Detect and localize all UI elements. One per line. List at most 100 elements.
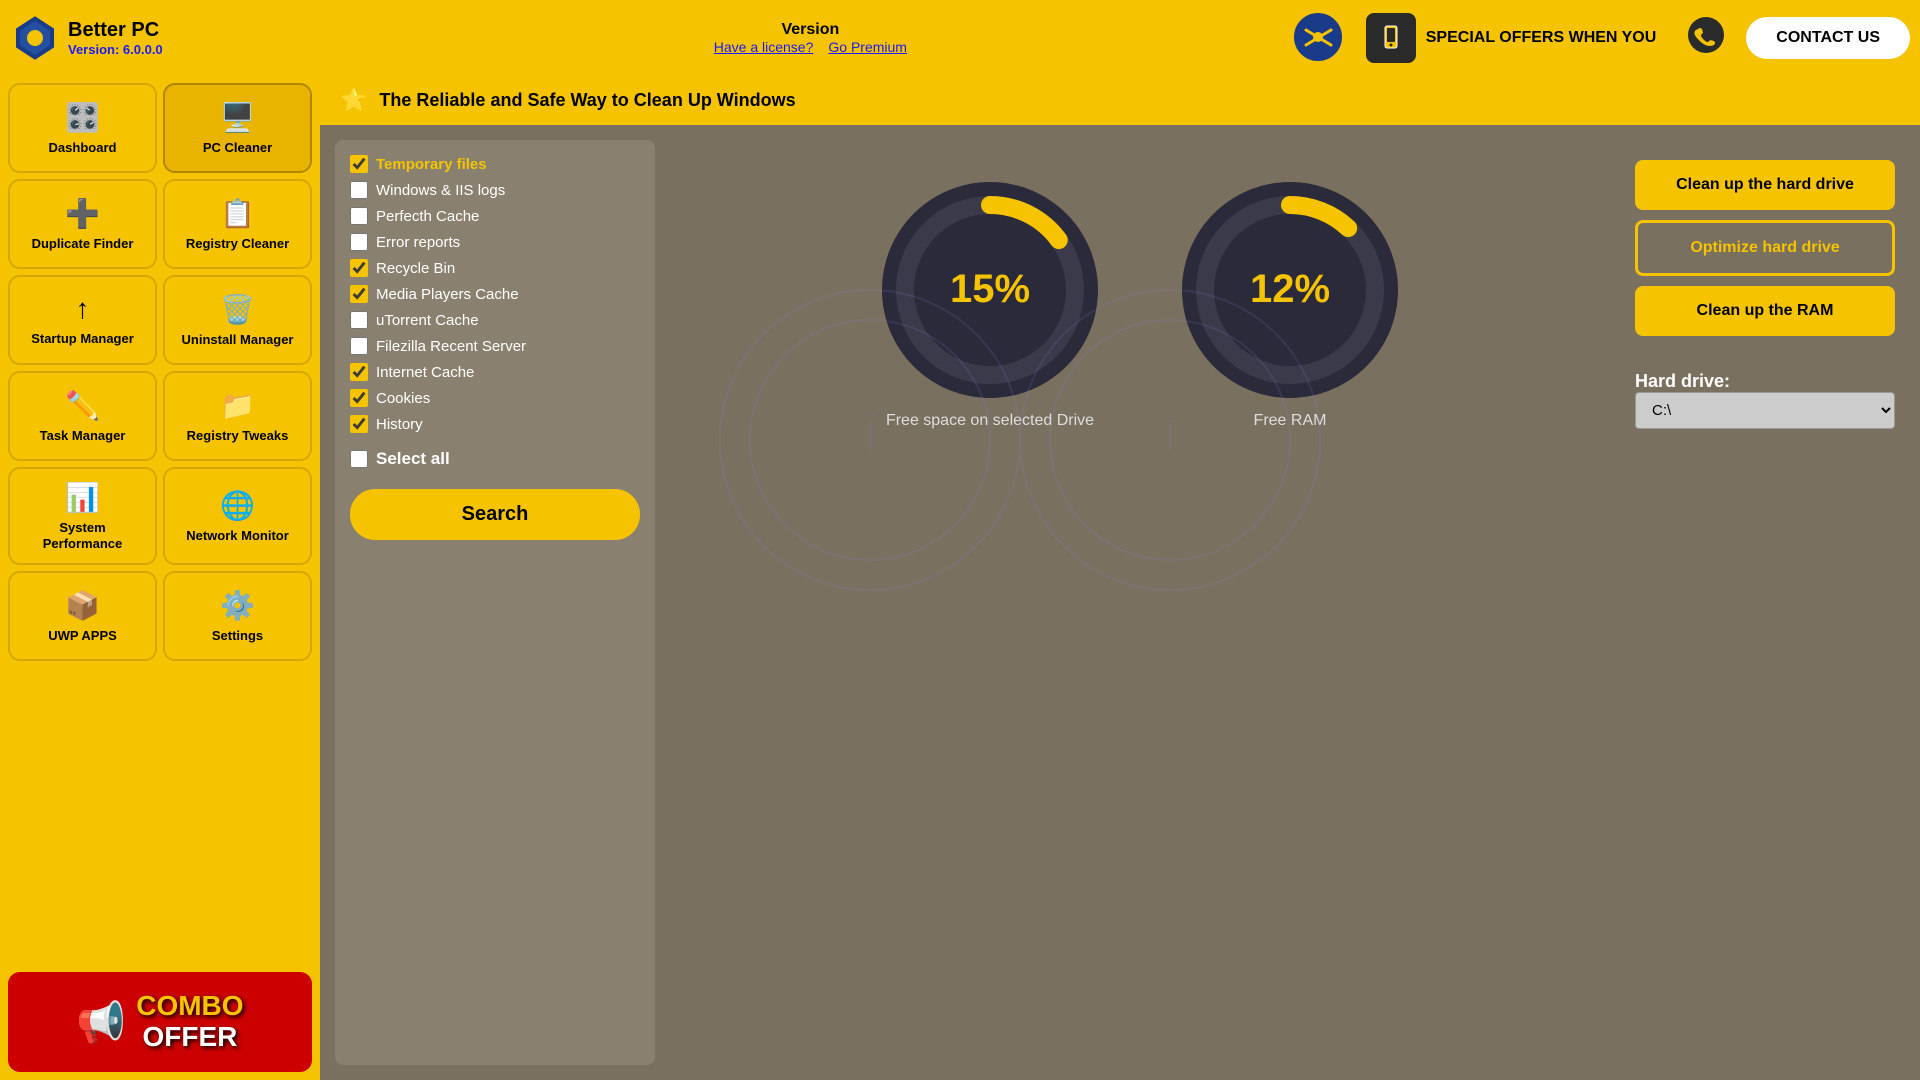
uwp-apps-icon: 📦 bbox=[65, 589, 100, 622]
select-all-label: Select all bbox=[376, 449, 450, 469]
sidebar-item-duplicate-finder[interactable]: ➕ Duplicate Finder bbox=[8, 179, 157, 269]
sidebar-item-network-monitor[interactable]: 🌐 Network Monitor bbox=[163, 467, 312, 565]
startup-manager-label: Startup Manager bbox=[31, 331, 134, 347]
header-links[interactable]: Have a license? Go Premium bbox=[714, 39, 907, 55]
checkbox-history[interactable] bbox=[350, 415, 368, 433]
select-all-checkbox[interactable] bbox=[350, 450, 368, 468]
tools-icon bbox=[1291, 10, 1346, 65]
checkbox-windows-iis-logs[interactable] bbox=[350, 181, 368, 199]
checkbox-cookies[interactable] bbox=[350, 389, 368, 407]
check-item-cookies[interactable]: Cookies bbox=[350, 389, 640, 407]
sidebar-row: 🎛️ Dashboard 🖥️ PC Cleaner bbox=[8, 83, 312, 173]
combo-text: COMBOOFFER bbox=[136, 991, 243, 1053]
checkbox-temp-files[interactable] bbox=[350, 155, 368, 173]
check-label-internet-cache: Internet Cache bbox=[376, 364, 474, 381]
clean-ram-button[interactable]: Clean up the RAM bbox=[1635, 286, 1895, 336]
free-ram-svg: 12% bbox=[1180, 180, 1400, 400]
check-item-perfecth-cache[interactable]: Perfecth Cache bbox=[350, 207, 640, 225]
check-item-recycle-bin[interactable]: Recycle Bin bbox=[350, 259, 640, 277]
select-all-row[interactable]: Select all bbox=[350, 449, 640, 469]
phone-icon bbox=[1366, 13, 1416, 63]
checkbox-utorrent-cache[interactable] bbox=[350, 311, 368, 329]
gauges-row: 15%Free space on selected Drive12%Free R… bbox=[880, 180, 1400, 430]
free-space-label: Free space on selected Drive bbox=[886, 412, 1094, 430]
svg-text:12%: 12% bbox=[1250, 267, 1330, 311]
sidebar-row: ↑ Startup Manager 🗑️ Uninstall Manager bbox=[8, 275, 312, 365]
check-label-perfecth-cache: Perfecth Cache bbox=[376, 208, 479, 225]
checkbox-filezilla-recent-server[interactable] bbox=[350, 337, 368, 355]
contact-us-button[interactable]: CONTACT US bbox=[1746, 17, 1910, 59]
app-name: Better PC bbox=[68, 19, 163, 42]
check-label-windows-iis-logs: Windows & IIS logs bbox=[376, 182, 505, 199]
header-middle: Version Have a license? Go Premium bbox=[330, 21, 1291, 55]
sidebar-item-system-performance[interactable]: 📊 System Performance bbox=[8, 467, 157, 565]
sidebar-item-uwp-apps[interactable]: 📦 UWP APPS bbox=[8, 571, 157, 661]
startup-manager-icon: ↑ bbox=[76, 293, 90, 325]
license-link[interactable]: Have a license? bbox=[714, 39, 814, 55]
svg-text:آ: آ bbox=[862, 412, 877, 459]
check-item-filezilla-recent-server[interactable]: Filezilla Recent Server bbox=[350, 337, 640, 355]
uninstall-manager-label: Uninstall Manager bbox=[182, 332, 294, 348]
checkbox-recycle-bin[interactable] bbox=[350, 259, 368, 277]
duplicate-finder-label: Duplicate Finder bbox=[32, 236, 134, 252]
clean-hard-drive-button[interactable]: Clean up the hard drive bbox=[1635, 160, 1895, 210]
check-item-windows-iis-logs[interactable]: Windows & IIS logs bbox=[350, 181, 640, 199]
logo-text: Better PC Version: 6.0.0.0 bbox=[68, 19, 163, 57]
settings-label: Settings bbox=[212, 628, 263, 644]
actions-panel: Clean up the hard drive Optimize hard dr… bbox=[1625, 140, 1905, 1065]
pc-cleaner-label: PC Cleaner bbox=[203, 140, 272, 156]
premium-link[interactable]: Go Premium bbox=[828, 39, 907, 55]
sidebar-item-settings[interactable]: ⚙️ Settings bbox=[163, 571, 312, 661]
sidebar-item-registry-tweaks[interactable]: 📁 Registry Tweaks bbox=[163, 371, 312, 461]
sidebar-item-pc-cleaner[interactable]: 🖥️ PC Cleaner bbox=[163, 83, 312, 173]
system-performance-icon: 📊 bbox=[65, 481, 100, 514]
search-button[interactable]: Search bbox=[350, 489, 640, 540]
drive-select[interactable]: C:\D:\E:\ bbox=[1635, 392, 1895, 429]
checkbox-perfecth-cache[interactable] bbox=[350, 207, 368, 225]
system-performance-label: System Performance bbox=[18, 520, 147, 551]
check-label-history: History bbox=[376, 416, 423, 433]
dashboard-label: Dashboard bbox=[49, 140, 117, 156]
check-label-recycle-bin: Recycle Bin bbox=[376, 260, 455, 277]
pc-cleaner-icon: 🖥️ bbox=[220, 101, 255, 134]
check-label-utorrent-cache: uTorrent Cache bbox=[376, 312, 479, 329]
sidebar-item-dashboard[interactable]: 🎛️ Dashboard bbox=[8, 83, 157, 173]
sidebar-item-uninstall-manager[interactable]: 🗑️ Uninstall Manager bbox=[163, 275, 312, 365]
check-item-utorrent-cache[interactable]: uTorrent Cache bbox=[350, 311, 640, 329]
special-offers-text: SPECIAL OFFERS WHEN YOU bbox=[1426, 29, 1657, 47]
hard-drive-label: Hard drive: bbox=[1635, 371, 1895, 392]
free-ram-label: Free RAM bbox=[1254, 412, 1327, 430]
checkbox-internet-cache[interactable] bbox=[350, 363, 368, 381]
check-label-temp-files: Temporary files bbox=[376, 156, 487, 173]
combo-offer-banner[interactable]: 📢 COMBOOFFER bbox=[8, 972, 312, 1072]
registry-cleaner-icon: 📋 bbox=[220, 197, 255, 230]
main-content: ⭐ The Reliable and Safe Way to Clean Up … bbox=[320, 75, 1920, 1080]
optimize-hard-drive-button[interactable]: Optimize hard drive bbox=[1635, 220, 1895, 276]
special-offers-area: SPECIAL OFFERS WHEN YOU bbox=[1346, 13, 1677, 63]
topbar-title: The Reliable and Safe Way to Clean Up Wi… bbox=[379, 90, 795, 111]
duplicate-finder-icon: ➕ bbox=[65, 197, 100, 230]
hard-drive-section: Hard drive: C:\D:\E:\ bbox=[1635, 361, 1895, 429]
sidebar: 🎛️ Dashboard 🖥️ PC Cleaner ➕ Duplicate F… bbox=[0, 75, 320, 1080]
uwp-apps-label: UWP APPS bbox=[48, 628, 117, 644]
checkbox-media-players-cache[interactable] bbox=[350, 285, 368, 303]
registry-tweaks-icon: 📁 bbox=[220, 389, 255, 422]
content-topbar: ⭐ The Reliable and Safe Way to Clean Up … bbox=[320, 75, 1920, 125]
sidebar-item-startup-manager[interactable]: ↑ Startup Manager bbox=[8, 275, 157, 365]
check-item-internet-cache[interactable]: Internet Cache bbox=[350, 363, 640, 381]
check-item-temp-files[interactable]: Temporary files bbox=[350, 155, 640, 173]
gauge-free-ram: 12% Free RAM bbox=[1180, 180, 1400, 430]
sidebar-row: ✏️ Task Manager 📁 Registry Tweaks bbox=[8, 371, 312, 461]
check-item-media-players-cache[interactable]: Media Players Cache bbox=[350, 285, 640, 303]
phone-contact-icon bbox=[1686, 15, 1726, 60]
version-label: Version bbox=[781, 21, 839, 39]
sidebar-item-registry-cleaner[interactable]: 📋 Registry Cleaner bbox=[163, 179, 312, 269]
check-label-media-players-cache: Media Players Cache bbox=[376, 286, 519, 303]
check-item-history[interactable]: History bbox=[350, 415, 640, 433]
content-area: Temporary files Windows & IIS logs Perfect… bbox=[320, 125, 1920, 1080]
sidebar-item-task-manager[interactable]: ✏️ Task Manager bbox=[8, 371, 157, 461]
network-monitor-label: Network Monitor bbox=[186, 528, 289, 544]
main-layout: 🎛️ Dashboard 🖥️ PC Cleaner ➕ Duplicate F… bbox=[0, 75, 1920, 1080]
checkbox-error-reports[interactable] bbox=[350, 233, 368, 251]
check-item-error-reports[interactable]: Error reports bbox=[350, 233, 640, 251]
